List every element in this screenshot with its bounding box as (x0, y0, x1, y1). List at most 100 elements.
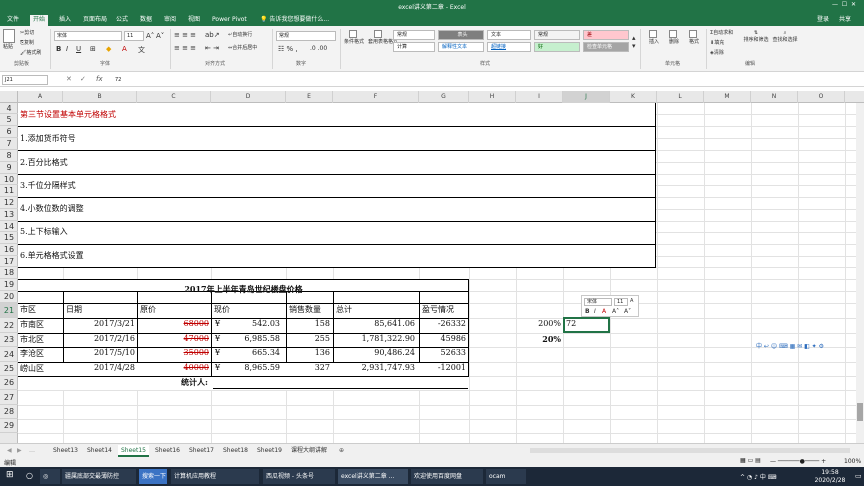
windows-start-icon[interactable]: ⊞ (6, 470, 14, 480)
tab-home[interactable]: 开始 (30, 15, 49, 26)
row-22[interactable]: 22 (0, 318, 18, 333)
row-21[interactable]: 21 (0, 303, 18, 318)
row-5[interactable]: 5 (0, 114, 18, 126)
row-7[interactable]: 7 (0, 138, 18, 150)
share-button[interactable]: 共享 (836, 15, 854, 26)
row-29[interactable]: 29 (0, 419, 18, 433)
mini-bold-button[interactable]: B (585, 308, 590, 315)
clear-button[interactable]: ◈清除 (710, 49, 724, 56)
col-c[interactable]: C (137, 91, 211, 103)
sheet-tab[interactable]: Sheet17 (186, 445, 217, 457)
row-20[interactable]: 20 (0, 291, 18, 303)
table-format-button[interactable]: 套用表格格式 (368, 30, 398, 45)
row-10[interactable]: 10 (0, 174, 18, 185)
scroll-thumb[interactable] (857, 403, 863, 421)
sheet-tab[interactable]: 课程大纲讲解 (288, 445, 330, 457)
col-j[interactable]: J (563, 91, 610, 103)
tab-data[interactable]: 数据 (137, 15, 155, 26)
col-g[interactable]: G (419, 91, 469, 103)
row-27[interactable]: 27 (0, 390, 18, 405)
col-a[interactable]: A (18, 91, 63, 103)
style-normal-2[interactable]: 常规 (534, 30, 580, 40)
style-header[interactable]: 表头 (438, 30, 484, 40)
format-cells-button[interactable]: 格式 (684, 30, 704, 45)
font-color-button[interactable]: A (122, 45, 127, 53)
underline-button[interactable]: U (76, 45, 81, 53)
sheet-nav-next-icon[interactable]: ▶ (14, 445, 25, 457)
taskbar-app[interactable]: 疆属底部交最薄防控 (62, 469, 136, 484)
styles-scroll-button[interactable]: ▴ ▾ (632, 34, 636, 50)
sheet-tab[interactable]: Sheet16 (152, 445, 183, 457)
currency-button[interactable]: ☷ % , (278, 45, 298, 53)
style-good[interactable]: 好 (534, 42, 580, 52)
tab-power-pivot[interactable]: Power Pivot (209, 15, 250, 26)
row-26[interactable]: 26 (0, 376, 18, 390)
copy-button[interactable]: ⎘复制 (20, 39, 34, 46)
autosum-button[interactable]: Σ自动求和 (710, 29, 733, 36)
taskbar-app[interactable]: 欢迎使用百度网盘 (411, 469, 483, 484)
name-box[interactable]: J21 (2, 75, 48, 85)
worksheet-grid[interactable]: 第三节设置基本单元格格式 1.添加货币符号 2.百分比格式 3.千位分隔样式 4… (18, 103, 856, 443)
task-view-icon[interactable]: ○ (26, 471, 33, 480)
sheet-tab[interactable]: Sheet19 (254, 445, 285, 457)
tell-me-search[interactable]: 💡 告诉我您想要做什么... (257, 15, 332, 26)
tray-icons[interactable]: ^ ◔ ♪ 中 ⌨ (740, 472, 776, 481)
style-check[interactable]: 检查单元格 (583, 42, 629, 52)
ime-toolbar[interactable]: 中 ↩ ☺ ⌨ ▦ ✉ ◧ ✦ ⚙ (756, 341, 856, 351)
bold-button[interactable]: B (56, 45, 61, 53)
tab-file[interactable]: 文件 (4, 15, 22, 26)
more-sheets-icon[interactable]: … (26, 445, 38, 457)
style-explain[interactable]: 解释性文本 (438, 42, 484, 52)
taskbar-browser-icon[interactable]: ◎ (40, 469, 60, 484)
tab-review[interactable]: 审阅 (161, 15, 179, 26)
mini-grow-font-button[interactable]: A (630, 298, 633, 304)
cancel-icon[interactable]: ✕ (66, 75, 72, 83)
indent-button[interactable]: ⇤ ⇥ (205, 44, 219, 52)
col-o[interactable]: O (798, 91, 845, 103)
row-18[interactable]: 18 (0, 267, 18, 279)
sheet-tab[interactable]: Sheet18 (220, 445, 251, 457)
style-bad[interactable]: 差 (583, 30, 629, 40)
orientation-button[interactable]: ab↗ (205, 31, 220, 39)
row-14[interactable]: 14 (0, 221, 18, 232)
formula-input[interactable]: 72 (112, 75, 852, 85)
shrink-font-button[interactable]: A˅ (156, 32, 164, 40)
row-12[interactable]: 12 (0, 197, 18, 209)
function-icon[interactable]: fx (96, 75, 103, 83)
sheet-tab[interactable]: Sheet14 (84, 445, 115, 457)
tab-insert[interactable]: 插入 (56, 15, 74, 26)
col-i[interactable]: I (516, 91, 563, 103)
row-23[interactable]: 23 (0, 333, 18, 347)
mini-font-color-button[interactable]: A (602, 308, 606, 315)
wrap-text-button[interactable]: ↵自动换行 (228, 31, 252, 38)
col-f[interactable]: F (333, 91, 419, 103)
italic-button[interactable]: I (66, 45, 68, 53)
col-n[interactable]: N (751, 91, 798, 103)
notification-icon[interactable]: ▭ (855, 472, 862, 480)
row-11[interactable]: 11 (0, 185, 18, 197)
grow-font-button[interactable]: A˄ (146, 32, 154, 40)
taskbar-search[interactable]: 搜索一下 (139, 469, 167, 484)
select-all-corner[interactable] (0, 91, 18, 103)
tab-formulas[interactable]: 公式 (113, 15, 131, 26)
window-controls[interactable]: — ☐ ✕ (832, 1, 856, 8)
row-25[interactable]: 25 (0, 362, 18, 376)
insert-cells-button[interactable]: 插入 (644, 30, 664, 45)
tab-page-layout[interactable]: 页面布局 (80, 15, 110, 26)
taskbar-app[interactable]: 计算机应用教程 (171, 469, 259, 484)
fill-color-button[interactable]: ◆ (106, 45, 111, 53)
align-left-button[interactable]: ≡ ≡ ≡ (174, 44, 196, 52)
find-select-button[interactable]: ⌕ 查找和选择 (770, 30, 800, 43)
col-d[interactable]: D (211, 91, 286, 103)
row-24[interactable]: 24 (0, 347, 18, 362)
col-k[interactable]: K (610, 91, 657, 103)
mini-superscript-button[interactable]: A˄ (612, 308, 619, 315)
conditional-format-button[interactable]: 条件格式 (342, 30, 366, 45)
row-28[interactable]: 28 (0, 405, 18, 419)
row-13[interactable]: 13 (0, 209, 18, 221)
col-l[interactable]: L (657, 91, 704, 103)
number-format-select[interactable]: 常规 (276, 31, 336, 41)
font-size-select[interactable]: 11 (124, 31, 144, 41)
row-4[interactable]: 4 (0, 103, 18, 114)
style-calc[interactable]: 计算 (393, 42, 435, 52)
